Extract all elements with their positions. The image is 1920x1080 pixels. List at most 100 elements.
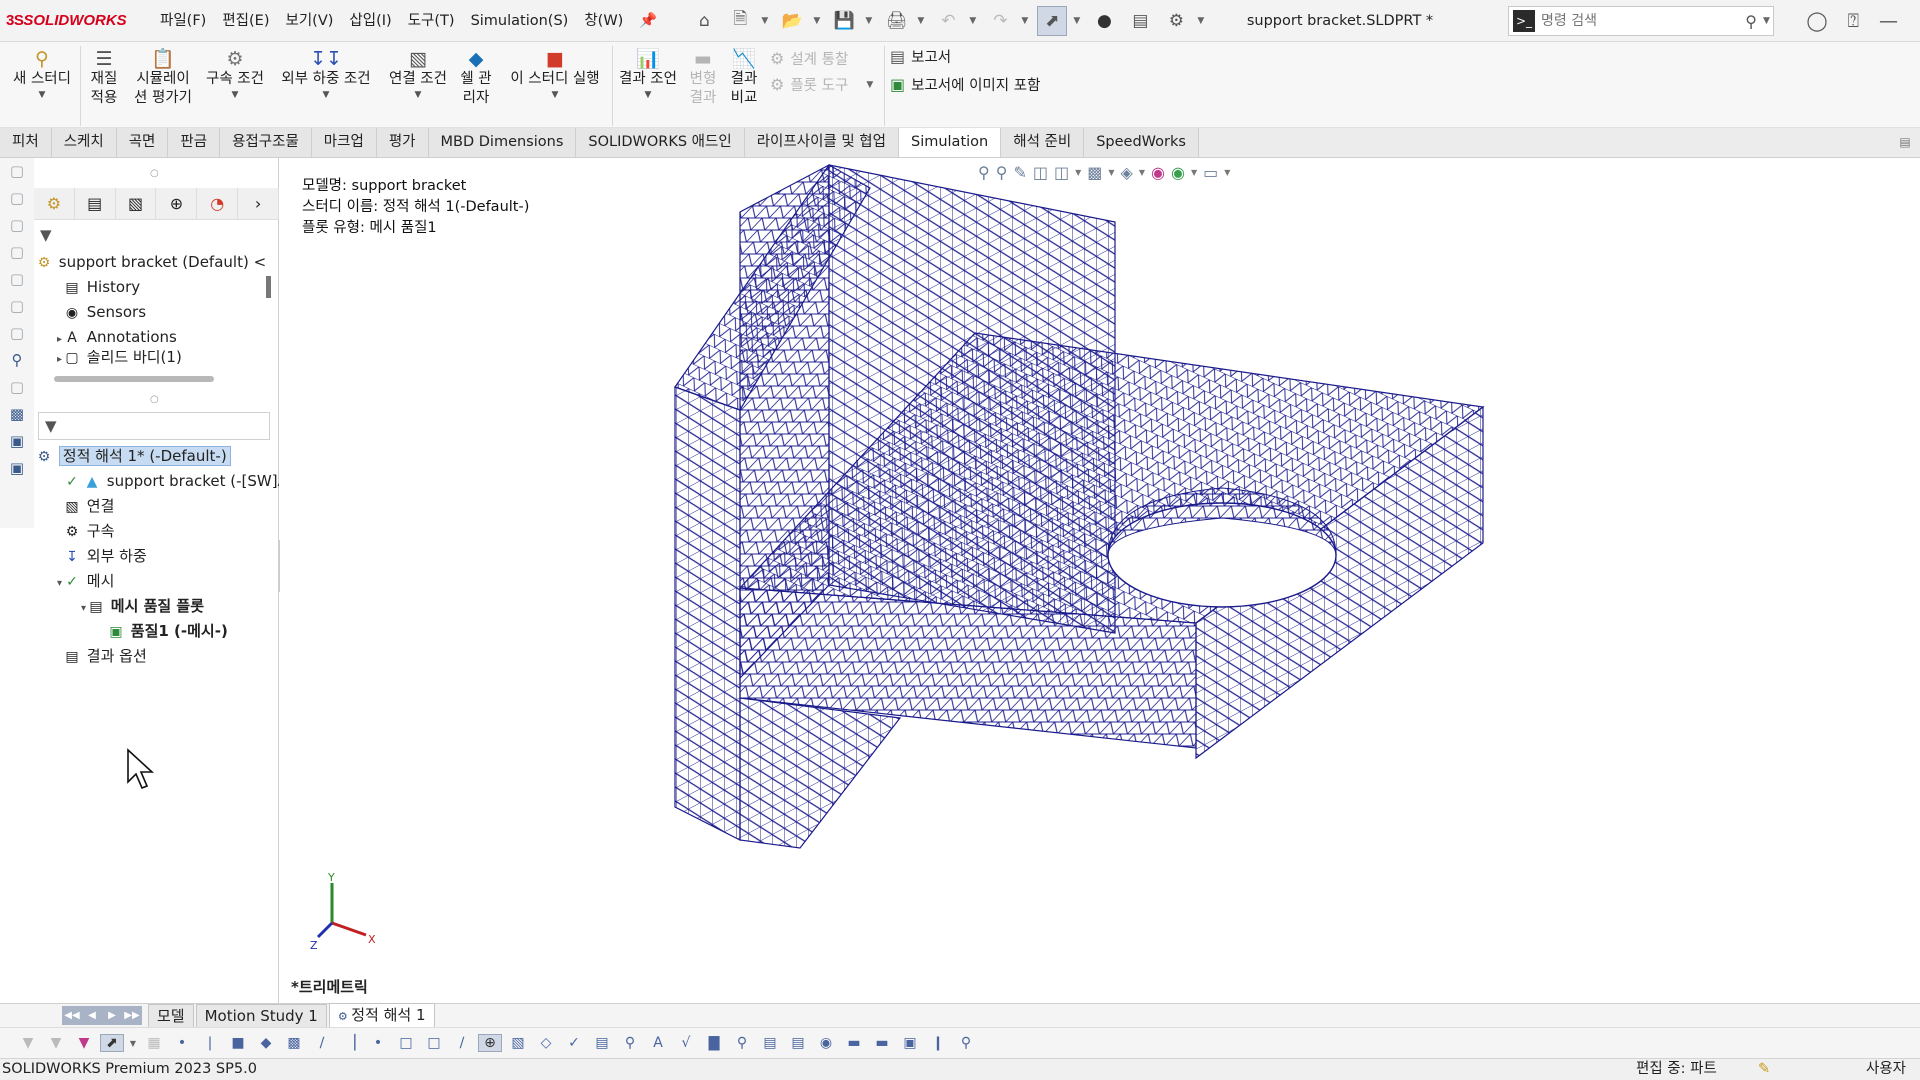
strip-tool-icon[interactable]: ▢ [0, 266, 34, 293]
filter-clear-icon[interactable]: ▼ [44, 1035, 68, 1051]
filter-datum-icon[interactable]: ⚲ [730, 1035, 754, 1051]
connections-button[interactable]: ▧ 연결 조건 ▼ [384, 48, 452, 101]
study-item-mesh-plot[interactable]: ▣ 품질1 (-메시-) [34, 619, 279, 644]
solidworks-logo[interactable]: 3S SOLIDWORKS [0, 12, 150, 29]
panel-split-handle[interactable]: ○ [150, 394, 159, 405]
filter-toggle-icon[interactable]: ▼ [16, 1035, 40, 1051]
filter-weld-icon[interactable]: ▇ [702, 1035, 726, 1051]
mesh-model-view[interactable] [280, 158, 1920, 1003]
panel-divider-handle[interactable]: ○ [150, 168, 159, 179]
menu-view[interactable]: 보기(V) [278, 0, 342, 42]
strip-tool-icon[interactable]: ▣ [0, 455, 34, 482]
study-filter[interactable]: ▼ [38, 412, 270, 440]
results-advisor-dropdown-icon[interactable]: ▼ [614, 89, 682, 101]
menu-simulation[interactable]: Simulation(S) [463, 0, 577, 42]
strip-tool-icon[interactable]: ▢ [0, 239, 34, 266]
help-icon[interactable]: ⍰ [1848, 10, 1859, 32]
tree-root-part[interactable]: ⚙ support bracket (Default) < [34, 250, 279, 275]
select-dropdown-icon[interactable]: ▼ [128, 1039, 138, 1048]
tab-surfaces[interactable]: 곡면 [116, 128, 169, 157]
menu-edit[interactable]: 편집(E) [214, 0, 277, 42]
filter-edge-icon[interactable]: ∕ [310, 1035, 334, 1051]
command-search[interactable]: >_ ⚲ ▼ [1508, 6, 1774, 36]
study-item-external-loads[interactable]: ↧ 외부 하중 [34, 544, 279, 569]
collapse-arrow-icon[interactable]: ▾ [34, 571, 62, 594]
filter-sketch-icon[interactable]: □ [422, 1035, 446, 1051]
save-icon[interactable]: 💾 [829, 6, 859, 36]
strip-tool-icon[interactable]: ▣ [0, 428, 34, 455]
study-item-fixtures[interactable]: ⚙ 구속 [34, 519, 279, 544]
fixtures-dropdown-icon[interactable]: ▼ [202, 89, 268, 101]
tab-sheet-metal[interactable]: 판금 [168, 128, 221, 157]
strip-tool-icon[interactable]: ▢ [0, 212, 34, 239]
open-dropdown-icon[interactable]: ▼ [813, 16, 823, 26]
minimize-icon[interactable]: — [1879, 10, 1898, 32]
tab-simulation[interactable]: Simulation [898, 128, 1002, 157]
filter-note-icon[interactable]: ▤ [590, 1035, 614, 1051]
filter-connection-icon[interactable]: ▬ [842, 1035, 866, 1051]
last-tab-icon[interactable]: ▶▶ [122, 1010, 142, 1021]
filter-route-icon[interactable]: ▬ [870, 1035, 894, 1051]
tab-features[interactable]: 피처 [0, 128, 52, 157]
filter-hole-icon[interactable]: ◉ [814, 1035, 838, 1051]
tab-addins[interactable]: SOLIDWORKS 애드인 [576, 128, 745, 157]
new-dropdown-icon[interactable]: ▼ [761, 16, 771, 26]
tab-lifecycle[interactable]: 라이프사이클 및 협업 [744, 128, 899, 157]
tree-horizontal-scrollbar[interactable] [54, 376, 214, 382]
filter-center-icon[interactable]: ▧ [506, 1035, 530, 1051]
options-gear-icon[interactable]: ⚙ [1161, 6, 1191, 36]
menu-tools[interactable]: 도구(T) [400, 0, 463, 42]
filter-tolerance-icon[interactable]: ▤ [758, 1035, 782, 1051]
redo-icon[interactable]: ↷ [985, 6, 1015, 36]
simulation-evaluator-button[interactable]: 📋 시뮬레이 션 평가기 [128, 48, 198, 108]
strip-study-icon[interactable]: ⚲ [0, 347, 34, 374]
menu-insert[interactable]: 삽입(I) [341, 0, 399, 42]
filter-sketch-segment-icon[interactable]: ∕ [450, 1035, 474, 1051]
expand-arrow-icon[interactable]: ▸ [34, 327, 62, 350]
filter-midpoint-icon[interactable]: ⊕ [478, 1034, 502, 1052]
filter-mate-icon[interactable]: ▣ [898, 1035, 922, 1051]
first-tab-icon[interactable]: ◀◀ [62, 1010, 82, 1021]
filter-check-icon[interactable]: ✓ [562, 1035, 586, 1051]
include-image-button[interactable]: ▣ 보고서에 이미지 포함 [890, 74, 1040, 95]
filter-block-icon[interactable]: ▤ [786, 1035, 810, 1051]
filter-ref-icon[interactable]: ❙ [926, 1035, 950, 1051]
new-document-icon[interactable]: 🗎 [725, 6, 755, 36]
study-item-result-options[interactable]: ▤ 결과 옵션 [34, 644, 279, 669]
tab-mbd-dimensions[interactable]: MBD Dimensions [428, 128, 577, 157]
filter-icon[interactable]: ▼ [40, 226, 52, 244]
tab-sketch[interactable]: 스케치 [51, 128, 117, 157]
strip-tool-icon[interactable]: ▢ [0, 374, 34, 401]
filter-point-icon[interactable]: • [366, 1035, 390, 1051]
tab-model[interactable]: 모델 [148, 1004, 194, 1027]
filter-axes-icon[interactable]: ❘ [198, 1035, 222, 1051]
tab-static-study[interactable]: ⚙ 정적 해석 1 [328, 1003, 435, 1028]
command-search-input[interactable] [1541, 13, 1721, 29]
tab-motion-study[interactable]: Motion Study 1 [195, 1004, 327, 1027]
tab-scroll-arrows[interactable]: ◀◀ ◀ ▶ ▶▶ [62, 1006, 142, 1025]
filter-surface-icon[interactable]: ◆ [254, 1035, 278, 1051]
strip-monitor-icon[interactable]: ▩ [0, 401, 34, 428]
filter-dropdown-icon[interactable]: ▼ [45, 417, 57, 435]
filter-text-icon[interactable]: A [646, 1035, 670, 1051]
open-folder-icon[interactable]: 📂 [777, 6, 807, 36]
select-pointer-icon[interactable]: ⬈ [1037, 5, 1068, 36]
plot-tools-button[interactable]: ⚙ 플롯 도구 ▼ [770, 74, 876, 95]
apply-material-button[interactable]: ☰ 재질 적용 [84, 48, 124, 108]
tab-evaluate[interactable]: 평가 [376, 128, 429, 157]
tab-speedworks[interactable]: SpeedWorks [1084, 128, 1199, 157]
search-icon[interactable]: ⚲ [1745, 12, 1757, 31]
shell-manager-button[interactable]: ◆ 쉘 관 리자 [456, 48, 496, 108]
external-loads-dropdown-icon[interactable]: ▼ [276, 89, 376, 101]
undo-icon[interactable]: ↶ [933, 6, 963, 36]
filter-pin-icon[interactable]: ⚲ [954, 1035, 978, 1051]
new-study-dropdown-icon[interactable]: ▼ [10, 89, 74, 101]
print-icon[interactable]: 🖨 [881, 6, 911, 36]
rebuild-status-icon[interactable]: ✎ [1758, 1059, 1770, 1080]
redo-dropdown-icon[interactable]: ▼ [1021, 16, 1031, 26]
filter-solid-icon[interactable]: ▩ [282, 1035, 306, 1051]
filter-all-icon[interactable]: ▼ [72, 1035, 96, 1051]
feature-filter[interactable]: ▼ [34, 222, 272, 248]
display-manager-tab-icon[interactable]: ◔ [197, 188, 239, 220]
pin-menu-icon[interactable]: 📌 [631, 0, 665, 42]
